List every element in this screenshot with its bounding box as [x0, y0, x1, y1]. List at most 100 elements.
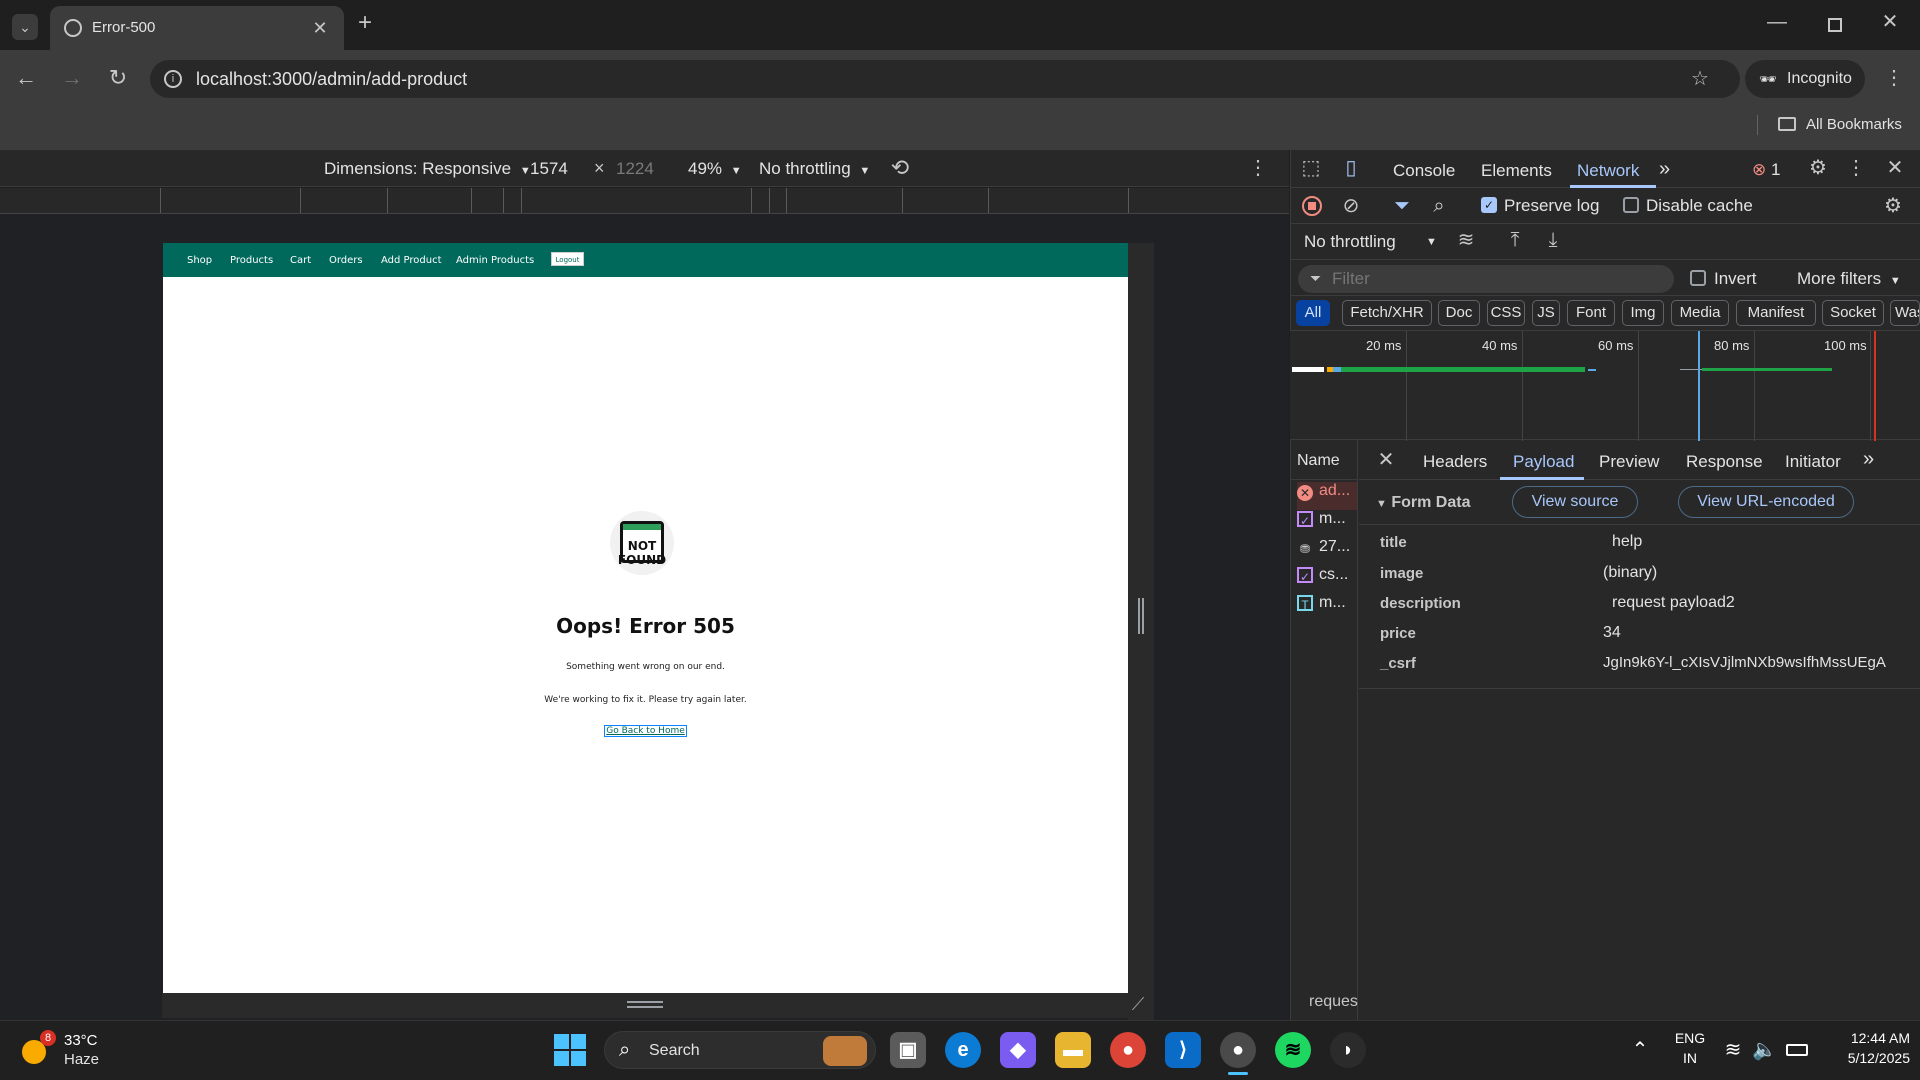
volume-icon[interactable]: 🔈	[1752, 1040, 1777, 1060]
inspect-element-icon[interactable]: ⬚	[1300, 158, 1322, 178]
record-stop-icon[interactable]	[1302, 196, 1322, 216]
name-column-header[interactable]: Name	[1297, 452, 1340, 470]
disable-cache-checkbox[interactable]	[1623, 197, 1639, 213]
rotate-icon[interactable]: ⟲	[888, 157, 912, 179]
detail-tab-headers[interactable]: Headers	[1423, 452, 1487, 472]
settings-gear-icon[interactable]: ⚙	[1807, 158, 1829, 178]
nav-link-cart[interactable]: Cart	[290, 255, 311, 266]
minimize-icon[interactable]: —	[1765, 12, 1789, 32]
reload-icon[interactable]: ↻	[106, 67, 130, 89]
request-row[interactable]: ✕ ad...	[1297, 482, 1357, 510]
invert-checkbox[interactable]	[1690, 270, 1706, 286]
request-row[interactable]: Tm...	[1297, 594, 1357, 622]
bookmark-star-icon[interactable]: ☆	[1690, 69, 1710, 89]
clock[interactable]: 12:44 AM 5/12/2025	[1820, 1030, 1910, 1066]
type-filter-manifest[interactable]: Manifest	[1736, 300, 1816, 326]
logout-button[interactable]: Logout	[551, 252, 584, 266]
more-filters-dropdown[interactable]: More filters ▼	[1797, 269, 1901, 289]
nav-link-orders[interactable]: Orders	[329, 255, 363, 266]
type-filter-all[interactable]: All	[1296, 300, 1330, 326]
edge-icon[interactable]: e	[945, 1032, 981, 1068]
task-view-icon[interactable]: ▣	[890, 1032, 926, 1068]
export-har-icon[interactable]: ⤓	[1542, 230, 1564, 250]
device-throttling-dropdown[interactable]: No throttling ▼	[759, 159, 870, 179]
type-filter-socket[interactable]: Socket	[1822, 300, 1884, 326]
close-devtools-icon[interactable]: ✕	[1884, 158, 1906, 178]
type-filter-media[interactable]: Media	[1671, 300, 1729, 326]
app-leaf-icon[interactable]: ◗	[1330, 1032, 1366, 1068]
network-conditions-icon[interactable]: ≋	[1454, 230, 1478, 250]
copilot-icon[interactable]: ◆	[1000, 1032, 1036, 1068]
error-counter[interactable]: ⊗ 1	[1752, 160, 1780, 180]
url-text[interactable]: localhost:3000/admin/add-product	[196, 69, 467, 90]
all-bookmarks-button[interactable]: All Bookmarks	[1776, 114, 1916, 136]
nav-link-add-product[interactable]: Add Product	[381, 255, 442, 266]
weather-widget[interactable]: 8 33°C Haze	[20, 1028, 130, 1072]
filter-input-box[interactable]: ⏷	[1298, 265, 1674, 293]
request-row[interactable]: ✓ m...	[1297, 510, 1357, 538]
device-mode-icon[interactable]: ▯	[1340, 158, 1362, 178]
more-detail-tabs-icon[interactable]: »	[1863, 448, 1874, 471]
filter-funnel-icon[interactable]: ⏷	[1391, 196, 1413, 216]
tab-elements[interactable]: Elements	[1481, 161, 1552, 181]
go-back-home-link[interactable]: Go Back to Home	[604, 725, 687, 737]
detail-tab-preview[interactable]: Preview	[1599, 452, 1659, 472]
tab-network[interactable]: Network	[1577, 161, 1639, 181]
bottom-resize-handle[interactable]: ⟋	[162, 992, 1153, 1018]
forward-icon[interactable]: →	[60, 67, 84, 89]
type-filter-js[interactable]: JS	[1532, 300, 1560, 326]
request-row[interactable]: ⛃ 27...	[1297, 538, 1357, 566]
vscode-icon[interactable]: ⟩	[1165, 1032, 1201, 1068]
restore-icon[interactable]	[1828, 18, 1842, 32]
clear-log-icon[interactable]: ⊘	[1340, 196, 1362, 216]
filter-input[interactable]	[1332, 267, 1652, 291]
close-detail-icon[interactable]: ✕	[1376, 450, 1396, 470]
incognito-button[interactable]: 🕶 Incognito	[1745, 60, 1865, 98]
close-tab-icon[interactable]: ✕	[310, 18, 330, 38]
import-har-icon[interactable]: ⤒	[1504, 230, 1526, 250]
chrome-incognito-icon[interactable]: ●	[1220, 1032, 1256, 1068]
type-filter-css[interactable]: CSS	[1487, 300, 1525, 326]
address-bar[interactable]: i localhost:3000/admin/add-product ☆	[150, 60, 1740, 98]
spotify-icon[interactable]: ≋	[1275, 1032, 1311, 1068]
view-source-button[interactable]: View source	[1512, 486, 1638, 518]
more-tabs-icon[interactable]: »	[1659, 158, 1670, 181]
close-window-icon[interactable]: ✕	[1878, 12, 1902, 32]
wifi-icon[interactable]: ≋	[1722, 1040, 1744, 1060]
start-button[interactable]	[554, 1034, 586, 1066]
site-info-icon[interactable]: i	[164, 70, 182, 88]
language-indicator[interactable]: ENG IN	[1670, 1030, 1710, 1066]
taskbar-search-box[interactable]: ⌕ Search	[604, 1031, 876, 1069]
form-data-section-header[interactable]: ▼ Form Data	[1376, 494, 1470, 512]
devtools-menu-icon[interactable]: ⋮	[1846, 158, 1866, 178]
network-settings-icon[interactable]: ⚙	[1882, 196, 1904, 216]
right-resize-handle[interactable]	[1128, 243, 1154, 1020]
nav-link-products[interactable]: Products	[230, 255, 273, 266]
corner-resize-icon[interactable]: ⟋	[1128, 994, 1148, 1014]
show-hidden-icons-chevron[interactable]: ⌃	[1630, 1040, 1650, 1060]
browser-menu-icon[interactable]: ⋮	[1884, 68, 1904, 88]
type-filter-img[interactable]: Img	[1622, 300, 1664, 326]
zoom-dropdown[interactable]: 49% ▼	[688, 159, 742, 179]
file-explorer-icon[interactable]: ▬	[1055, 1032, 1091, 1068]
detail-tab-response[interactable]: Response	[1686, 452, 1763, 472]
viewport-width-input[interactable]	[530, 157, 584, 181]
type-filter-font[interactable]: Font	[1567, 300, 1615, 326]
device-toolbar-menu-icon[interactable]: ⋮	[1248, 158, 1268, 178]
battery-icon[interactable]	[1786, 1044, 1808, 1056]
new-tab-icon[interactable]: +	[352, 11, 378, 35]
detail-tab-initiator[interactable]: Initiator	[1785, 452, 1841, 472]
chrome-icon[interactable]: ●	[1110, 1032, 1146, 1068]
back-icon[interactable]: ←	[14, 67, 38, 89]
type-filter-fetch-xhr[interactable]: Fetch/XHR	[1342, 300, 1432, 326]
search-icon[interactable]: ⌕	[1428, 196, 1450, 216]
viewport-height-input[interactable]	[616, 157, 670, 181]
network-overview-timeline[interactable]: 20 ms 40 ms 60 ms 80 ms 100 ms	[1290, 330, 1920, 441]
type-filter-wasm[interactable]: Was	[1890, 300, 1920, 326]
browser-tab[interactable]: Error-500 ✕	[50, 6, 344, 50]
preserve-log-checkbox[interactable]: ✓	[1481, 197, 1497, 213]
network-throttling-dropdown[interactable]: No throttling ▼	[1304, 232, 1444, 252]
dimensions-dropdown[interactable]: Dimensions: Responsive ▼	[324, 159, 531, 179]
media-query-ruler[interactable]	[0, 188, 1289, 214]
request-row[interactable]: ✓ cs...	[1297, 566, 1357, 594]
